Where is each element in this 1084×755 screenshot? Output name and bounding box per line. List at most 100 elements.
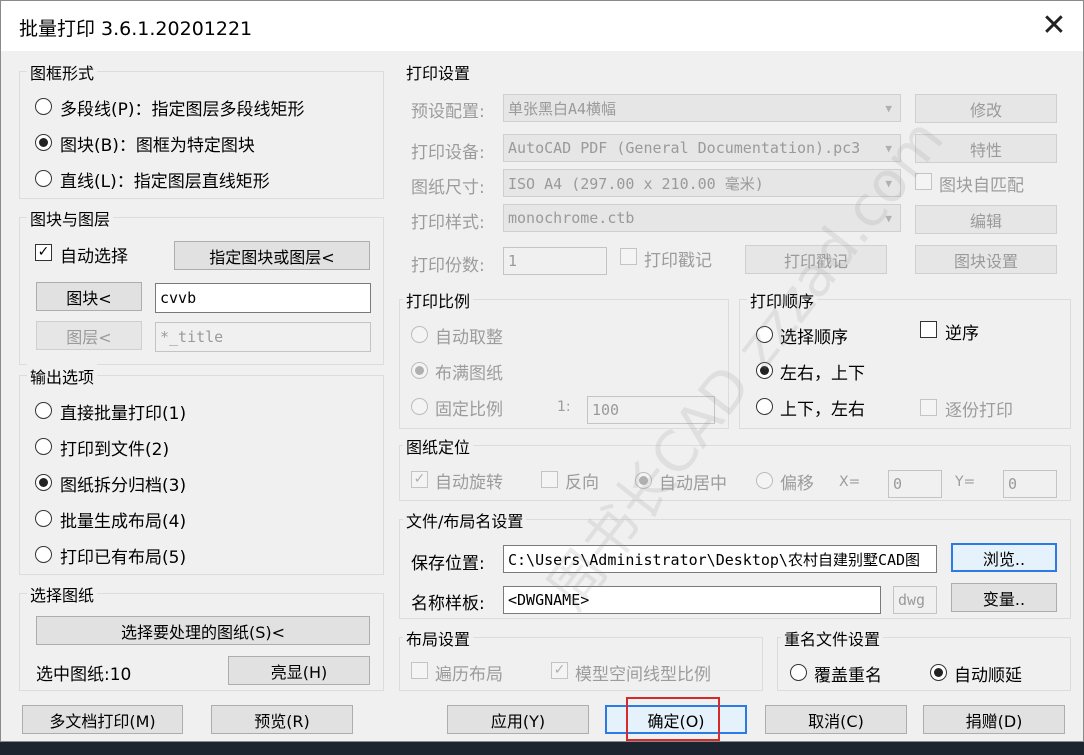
- reverse-order-label: 逆序: [945, 324, 979, 344]
- auto-rotate-checkbox[interactable]: ✓: [411, 471, 428, 488]
- name-extension-field: dwg: [893, 586, 937, 614]
- output-existing-layout-radio[interactable]: [35, 546, 52, 563]
- collate-checkbox[interactable]: [920, 399, 937, 416]
- frame-form-label: 图框形式: [27, 60, 98, 84]
- multi-document-print-button[interactable]: 多文档打印(M): [22, 705, 183, 734]
- layer-name-input[interactable]: *_title: [155, 322, 371, 352]
- cad-background-strip: [0, 742, 1084, 755]
- paper-size-label: 图纸尺寸:: [411, 178, 485, 198]
- traverse-layout-label: 遍历布局: [435, 665, 503, 685]
- order-selection-radio[interactable]: [756, 326, 773, 343]
- frame-line-radio[interactable]: [35, 170, 52, 187]
- paper-size-select[interactable]: ISO A4 (297.00 x 210.00 毫米) ▼: [503, 169, 901, 197]
- properties-button[interactable]: 特性: [915, 134, 1057, 163]
- reverse-order-checkbox[interactable]: [920, 321, 937, 338]
- collate-label: 逐份打印: [945, 401, 1013, 421]
- print-order-label: 打印顺序: [747, 288, 818, 312]
- donate-button[interactable]: 捐赠(D): [923, 705, 1065, 734]
- offset-radio[interactable]: [756, 472, 773, 489]
- offset-label: 偏移: [780, 474, 814, 494]
- window-title: 批量打印 3.6.1.20201221: [19, 18, 253, 40]
- output-existing-layout-label: 打印已有布局(5): [60, 548, 187, 568]
- auto-center-label: 自动居中: [659, 474, 727, 494]
- close-icon[interactable]: ✕: [1037, 9, 1071, 43]
- frame-polyline-radio[interactable]: [35, 98, 52, 115]
- selected-count: 选中图纸:10: [36, 665, 132, 685]
- overwrite-label: 覆盖重名: [814, 666, 882, 686]
- apply-button[interactable]: 应用(Y): [447, 705, 589, 734]
- overwrite-radio[interactable]: [790, 664, 807, 681]
- chevron-down-icon: ▼: [885, 102, 892, 115]
- auto-increment-radio[interactable]: [930, 664, 947, 681]
- model-linetype-checkbox[interactable]: ✓: [551, 662, 568, 679]
- scale-ratio-input[interactable]: 100: [587, 396, 715, 424]
- output-split-archive-radio[interactable]: [35, 474, 52, 491]
- block-pick-button[interactable]: 图块<: [36, 282, 142, 311]
- browse-button[interactable]: 浏览..: [951, 543, 1057, 572]
- copies-label: 打印份数:: [411, 256, 485, 276]
- preview-button[interactable]: 预览(R): [211, 705, 353, 734]
- auto-rotate-label: 自动旋转: [435, 473, 503, 493]
- auto-select-label: 自动选择: [60, 247, 128, 267]
- auto-center-radio[interactable]: [635, 472, 652, 489]
- block-layer-label: 图块与图层: [27, 206, 114, 230]
- save-location-input[interactable]: C:\Users\Administrator\Desktop\农村自建别墅CAD…: [503, 545, 937, 573]
- scale-fixed-radio[interactable]: [411, 398, 428, 415]
- scale-fit-paper-radio[interactable]: [411, 362, 428, 379]
- preset-label: 预设配置:: [411, 102, 485, 122]
- reverse-rotate-label: 反向: [565, 473, 599, 493]
- scale-auto-round-radio[interactable]: [411, 326, 428, 343]
- name-template-label: 名称样板:: [411, 594, 485, 614]
- print-stamp-button[interactable]: 打印戳记: [745, 245, 887, 274]
- device-select[interactable]: AutoCAD PDF (General Documentation).pc3 ▼: [503, 134, 901, 162]
- title-bar: 批量打印 3.6.1.20201221 ✕: [1, 1, 1083, 51]
- offset-x-input[interactable]: 0: [888, 470, 942, 498]
- traverse-layout-checkbox[interactable]: [411, 662, 428, 679]
- offset-y-label: Y=: [955, 474, 976, 490]
- output-options-label: 输出选项: [27, 364, 98, 388]
- ok-button-highlight-box: [626, 697, 720, 741]
- select-sheets-label: 选择图纸: [27, 582, 98, 606]
- reverse-rotate-checkbox[interactable]: [541, 471, 558, 488]
- print-stamp-checkbox[interactable]: [620, 248, 637, 265]
- device-value: AutoCAD PDF (General Documentation).pc3: [508, 139, 861, 157]
- block-match-label: 图块自匹配: [939, 176, 1024, 196]
- scale-auto-round-label: 自动取整: [435, 328, 503, 348]
- layer-pick-button[interactable]: 图层<: [36, 321, 142, 350]
- block-match-checkbox[interactable]: [915, 173, 932, 190]
- block-settings-button[interactable]: 图块设置: [915, 245, 1057, 274]
- copies-input[interactable]: 1: [503, 247, 607, 275]
- device-label: 打印设备:: [411, 143, 485, 163]
- print-stamp-check-label: 打印戳记: [644, 251, 712, 271]
- layout-settings-label: 布局设置: [403, 626, 474, 650]
- frame-block-radio[interactable]: [35, 134, 52, 151]
- output-generate-layout-radio[interactable]: [35, 510, 52, 527]
- modify-button[interactable]: 修改: [915, 94, 1057, 123]
- edit-style-button[interactable]: 编辑: [915, 205, 1057, 234]
- auto-select-checkbox[interactable]: ✓: [35, 244, 52, 261]
- order-tb-lr-label: 上下，左右: [780, 400, 865, 420]
- frame-line-label: 直线(L)：指定图层直线矩形: [60, 172, 270, 192]
- select-sheets-button[interactable]: 选择要处理的图纸(S)<: [36, 616, 370, 645]
- print-style-select[interactable]: monochrome.ctb ▼: [503, 204, 901, 232]
- output-split-archive-label: 图纸拆分归档(3): [60, 476, 187, 496]
- batch-print-dialog: 批量打印 3.6.1.20201221 ✕ 图框形式 多段线(P)：指定图层多段…: [0, 0, 1084, 742]
- cancel-button[interactable]: 取消(C): [765, 705, 907, 734]
- preset-select[interactable]: 单张黑白A4横幅 ▼: [503, 94, 901, 122]
- highlight-button[interactable]: 亮显(H): [228, 656, 370, 685]
- name-template-input[interactable]: <DWGNAME>: [503, 586, 881, 614]
- order-tb-lr-radio[interactable]: [756, 398, 773, 415]
- print-style-value: monochrome.ctb: [508, 209, 635, 227]
- model-linetype-label: 模型空间线型比例: [575, 665, 711, 685]
- chevron-down-icon: ▼: [885, 212, 892, 225]
- specify-block-layer-button[interactable]: 指定图块或图层<: [174, 241, 370, 270]
- order-selection-label: 选择顺序: [780, 328, 848, 348]
- block-name-input[interactable]: cvvb: [155, 283, 371, 313]
- output-direct-print-radio[interactable]: [35, 402, 52, 419]
- order-lr-tb-radio[interactable]: [756, 362, 773, 379]
- offset-y-input[interactable]: 0: [1003, 470, 1057, 498]
- scale-fixed-label: 固定比例: [435, 400, 503, 420]
- output-print-to-file-radio[interactable]: [35, 438, 52, 455]
- variable-button[interactable]: 变量..: [951, 583, 1057, 612]
- offset-x-label: X=: [839, 474, 861, 490]
